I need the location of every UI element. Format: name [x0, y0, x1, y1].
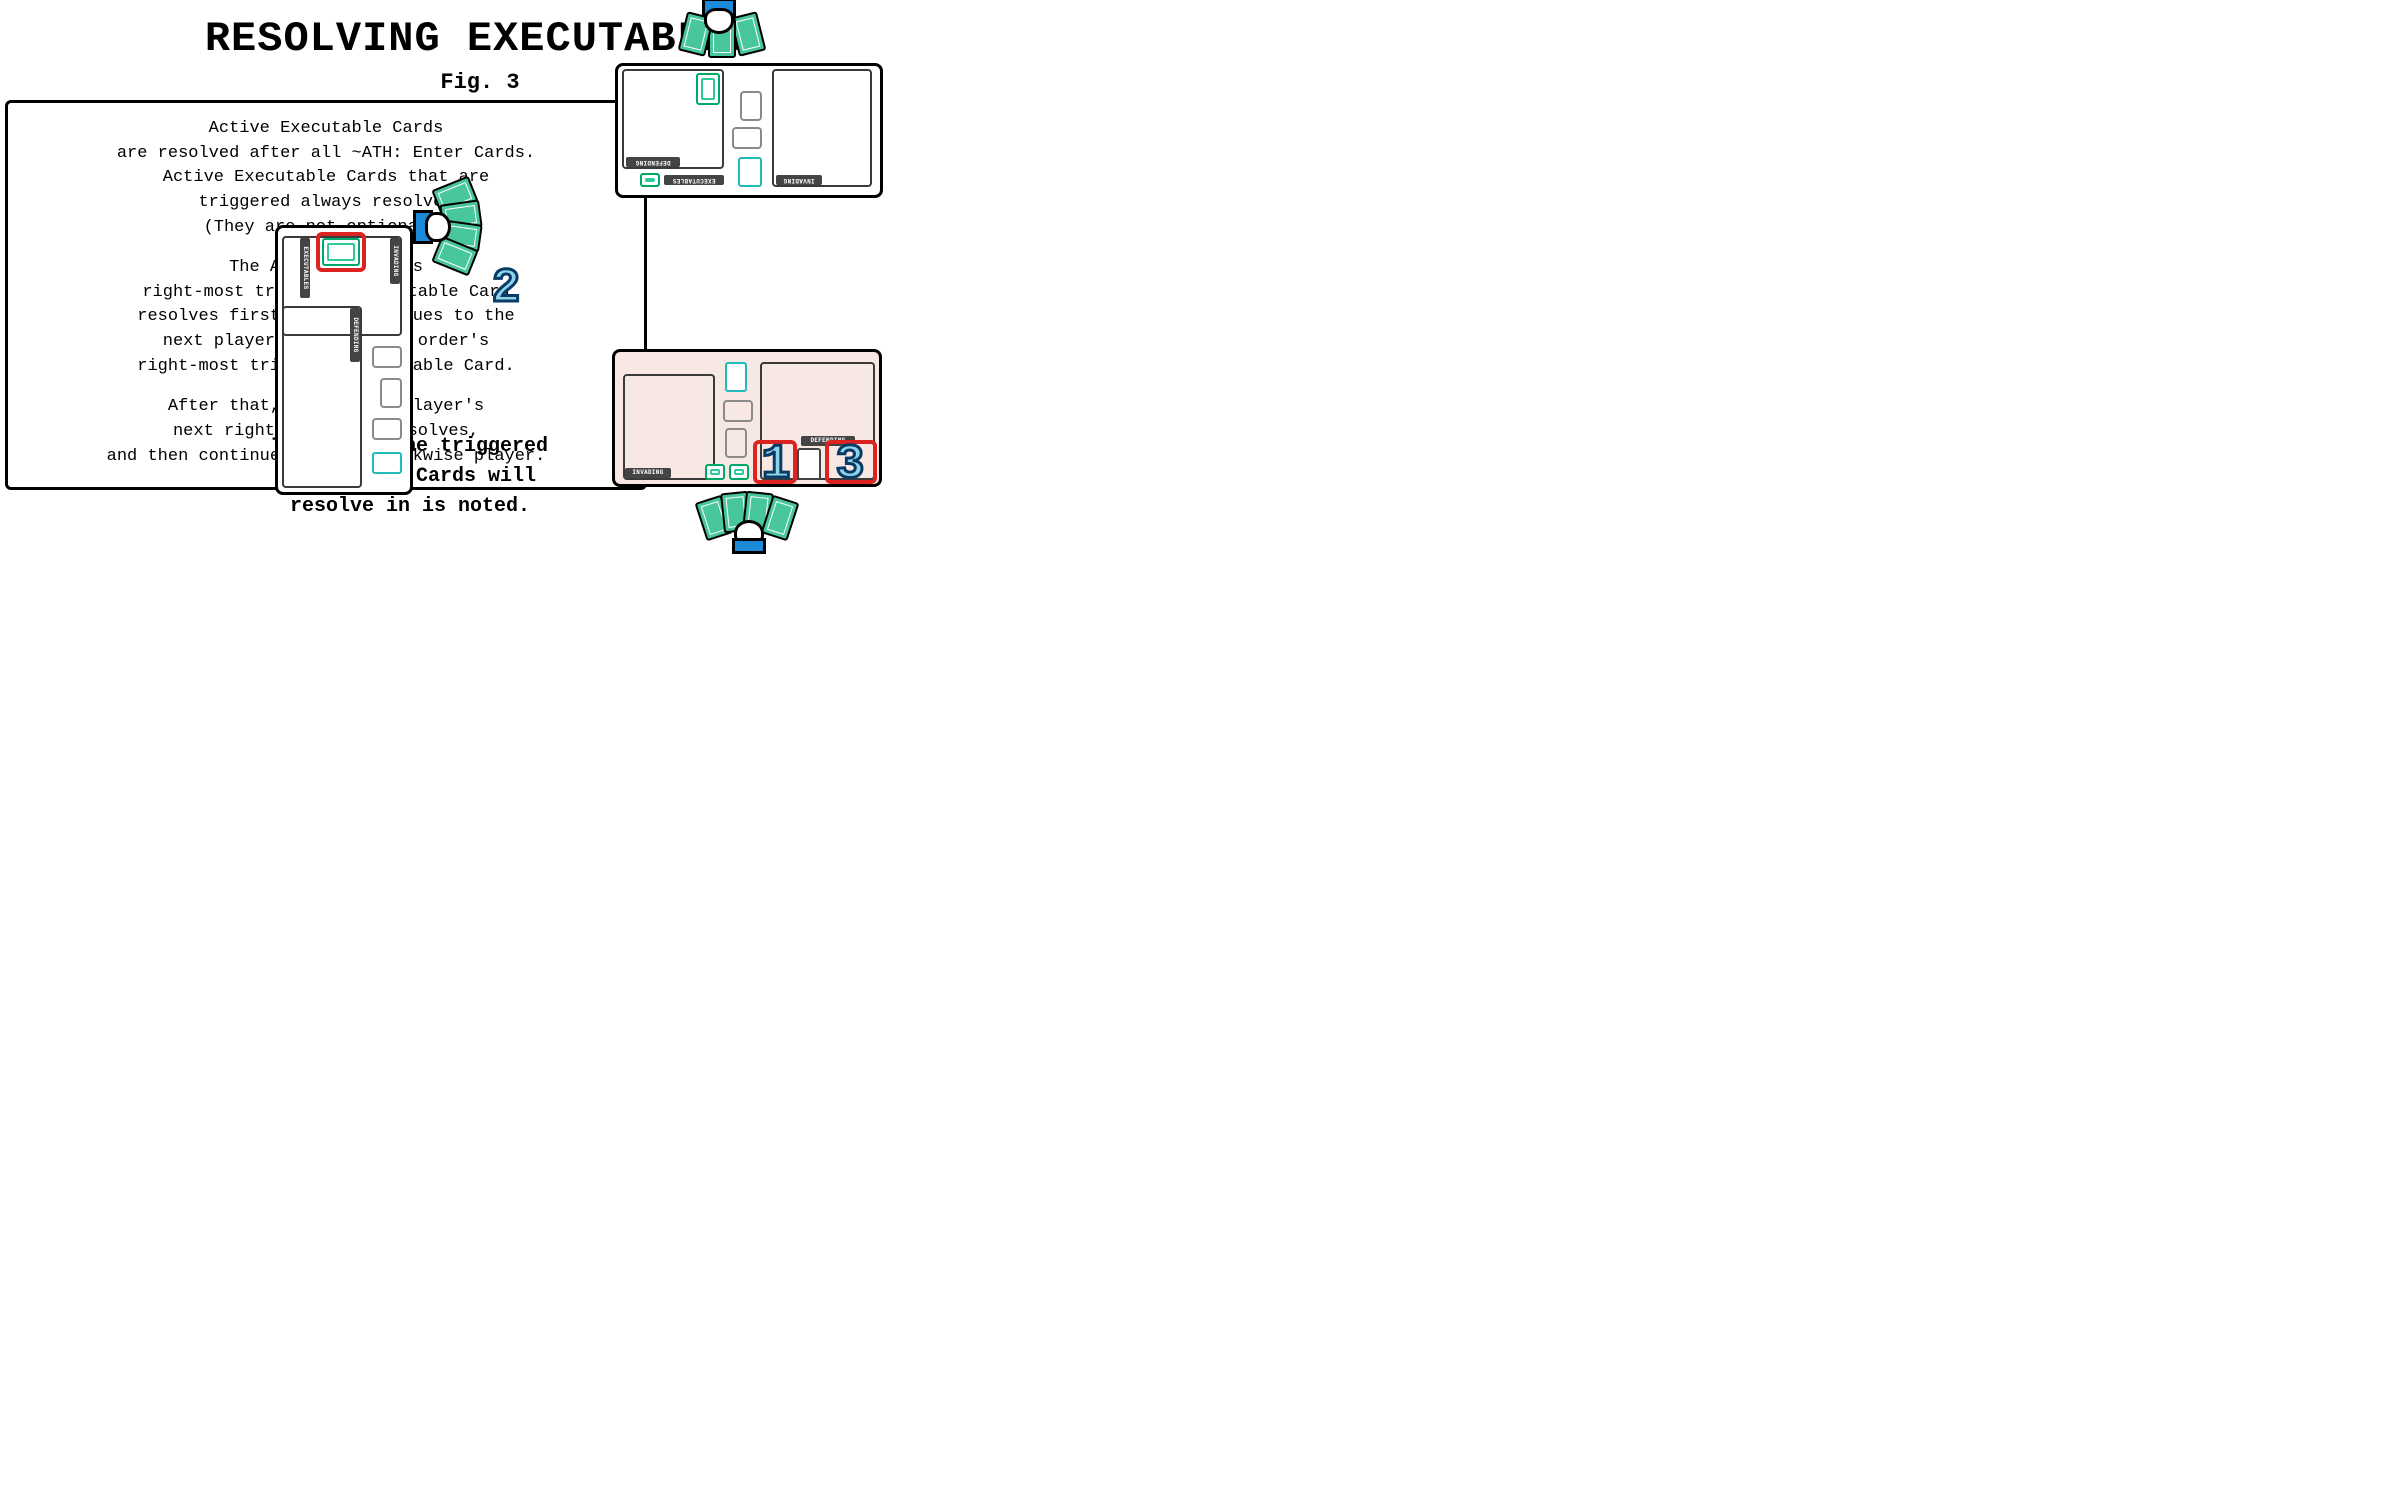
card-icon — [696, 73, 720, 105]
card-icon — [738, 157, 762, 187]
resolution-highlight — [825, 440, 877, 484]
card-icon — [372, 452, 402, 474]
zone-label-defending: DEFENDING — [626, 157, 680, 167]
player-left-hand — [415, 182, 485, 272]
card-icon — [725, 362, 747, 392]
slot-small — [723, 400, 753, 422]
player-left-board: INVADING EXECUTABLES DEFENDING — [275, 225, 413, 495]
executable-card-icon — [322, 238, 360, 266]
zone-label-invading: INVADING — [625, 468, 671, 478]
player-bottom-board: INVADING DEFENDING — [612, 349, 882, 487]
defending-card-icon — [797, 448, 821, 480]
slot-small — [740, 91, 762, 121]
zone-invading — [772, 69, 872, 187]
zone-invading — [623, 374, 715, 480]
slot-small — [372, 346, 402, 368]
resolution-highlight — [753, 440, 797, 484]
executable-card-icon — [640, 173, 660, 187]
player-top-board: INVADING DEFENDING EXECUTABLES — [615, 63, 883, 198]
fist-icon — [425, 212, 451, 242]
player-top-hand — [670, 0, 770, 60]
slot-small — [380, 378, 402, 408]
sleeve-icon — [732, 538, 766, 554]
game-rules-figure: RESOLVING EXECUTABLES Fig. 3 Active Exec… — [0, 0, 1500, 937]
executable-card-icon — [729, 464, 749, 480]
zone-label-executables: EXECUTABLES — [664, 175, 724, 185]
slot-small — [725, 428, 747, 458]
fist-icon — [704, 8, 734, 34]
rules-paragraph-1: Active Executable Cards are resolved aft… — [16, 117, 636, 240]
slot-small — [372, 418, 402, 440]
zone-label-invading: INVADING — [776, 175, 822, 185]
zone-label-defending: DEFENDING — [350, 308, 360, 362]
executable-card-icon — [705, 464, 725, 480]
zone-label-invading: INVADING — [390, 238, 400, 284]
zone-label-executables: EXECUTABLES — [300, 238, 310, 298]
slot-small — [732, 127, 762, 149]
player-bottom-hand — [700, 490, 800, 550]
